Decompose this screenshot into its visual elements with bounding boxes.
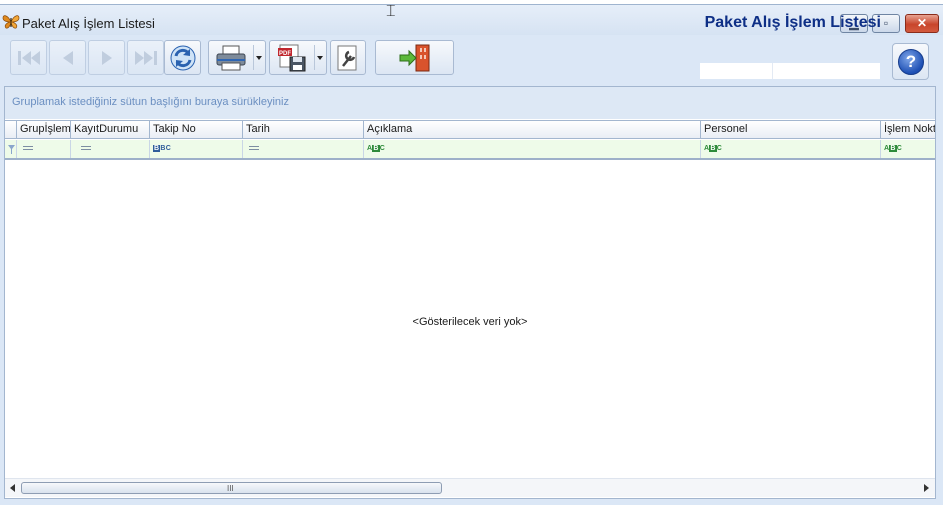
text-filter-icon: BBC — [153, 145, 172, 152]
filter-cell-personel[interactable]: ABC — [700, 140, 880, 158]
scrollbar-thumb[interactable]: III — [21, 482, 442, 494]
print-button[interactable] — [208, 40, 266, 75]
close-button[interactable]: ✕ — [905, 14, 939, 33]
horizontal-scrollbar[interactable]: III — [5, 478, 935, 497]
column-header-takip-no[interactable]: Takip No — [149, 121, 242, 138]
first-record-button[interactable] — [10, 40, 47, 75]
text-cursor-icon: ⌶ — [386, 3, 396, 20]
text-filter-icon: ABC — [367, 145, 386, 152]
dropdown-separator — [314, 45, 315, 70]
empty-grid-message: <Gösterilecek veri yok> — [412, 316, 528, 328]
filter-row: BBC ABC ABC ABC — [5, 140, 935, 160]
column-header-personel[interactable]: Personel — [700, 121, 880, 138]
column-header-grupislemi[interactable]: Grupİşlemi — [16, 121, 70, 138]
next-record-button[interactable] — [88, 40, 125, 75]
help-icon: ? — [898, 49, 924, 75]
svg-text:PDF: PDF — [279, 51, 291, 57]
divider — [772, 63, 773, 79]
filter-cell-kayitdurumu[interactable] — [70, 140, 149, 158]
filter-cell-islem-noktasi[interactable]: ABC — [880, 140, 935, 158]
previous-icon — [62, 50, 73, 65]
column-header-aciklama[interactable]: Açıklama — [363, 121, 700, 138]
butterfly-icon — [2, 15, 20, 29]
filter-cell-aciklama[interactable]: ABC — [363, 140, 700, 158]
column-header-kayitdurumu[interactable]: KayıtDurumu — [70, 121, 149, 138]
filter-cell-tarih[interactable] — [242, 140, 363, 158]
page-title: Paket Alış İşlem Listesi — [704, 14, 881, 31]
text-filter-icon: ABC — [704, 145, 723, 152]
scroll-left-icon[interactable] — [10, 484, 15, 492]
refresh-button[interactable] — [164, 40, 201, 75]
settings-button[interactable] — [330, 40, 366, 75]
filter-funnel-icon — [8, 145, 15, 154]
group-by-panel[interactable]: Gruplamak istediğiniz sütun başlığını bu… — [5, 87, 935, 119]
refresh-icon — [170, 45, 195, 70]
filter-cell-grupislemi[interactable] — [16, 140, 70, 158]
printer-icon — [216, 45, 246, 70]
data-grid: Gruplamak istediğiniz sütun başlığını bu… — [4, 86, 936, 499]
next-icon — [101, 50, 112, 65]
column-header-tarih[interactable]: Tarih — [242, 121, 363, 138]
column-header-row: Grupİşlemi KayıtDurumu Takip No Tarih Aç… — [5, 120, 935, 139]
close-icon: ✕ — [916, 16, 928, 30]
scroll-grip: III — [227, 484, 234, 493]
export-pdf-button[interactable]: PDF — [269, 40, 327, 75]
exit-door-icon — [399, 44, 429, 71]
chevron-down-icon — [317, 56, 323, 60]
row-indicator-header — [5, 121, 16, 138]
chevron-down-icon — [256, 56, 262, 60]
filter-indicator — [5, 140, 16, 158]
filter-cell-takip-no[interactable]: BBC — [149, 140, 242, 158]
exit-button[interactable] — [375, 40, 454, 75]
equals-icon — [81, 146, 91, 150]
window-title: Paket Alış İşlem Listesi — [22, 16, 155, 31]
group-panel-hint: Gruplamak istediğiniz sütun başlığını bu… — [12, 96, 289, 108]
help-button[interactable]: ? — [892, 43, 929, 80]
first-record-icon — [17, 50, 40, 65]
dropdown-separator — [253, 45, 254, 70]
text-filter-icon: ABC — [884, 145, 903, 152]
header-info-fields — [700, 63, 881, 79]
scroll-right-icon[interactable] — [924, 484, 929, 492]
column-header-islem-noktasi[interactable]: İşlem Noktası — [880, 121, 935, 138]
wrench-document-icon — [337, 45, 357, 70]
previous-record-button[interactable] — [49, 40, 86, 75]
pdf-save-icon: PDF — [278, 44, 306, 71]
last-record-button[interactable] — [127, 40, 164, 75]
last-record-icon — [134, 50, 157, 65]
equals-icon — [23, 146, 33, 150]
equals-icon — [249, 146, 259, 150]
app-window: Paket Alış İşlem Listesi ▁ ▫ ✕ ⌶ PDF Pak… — [0, 3, 943, 505]
